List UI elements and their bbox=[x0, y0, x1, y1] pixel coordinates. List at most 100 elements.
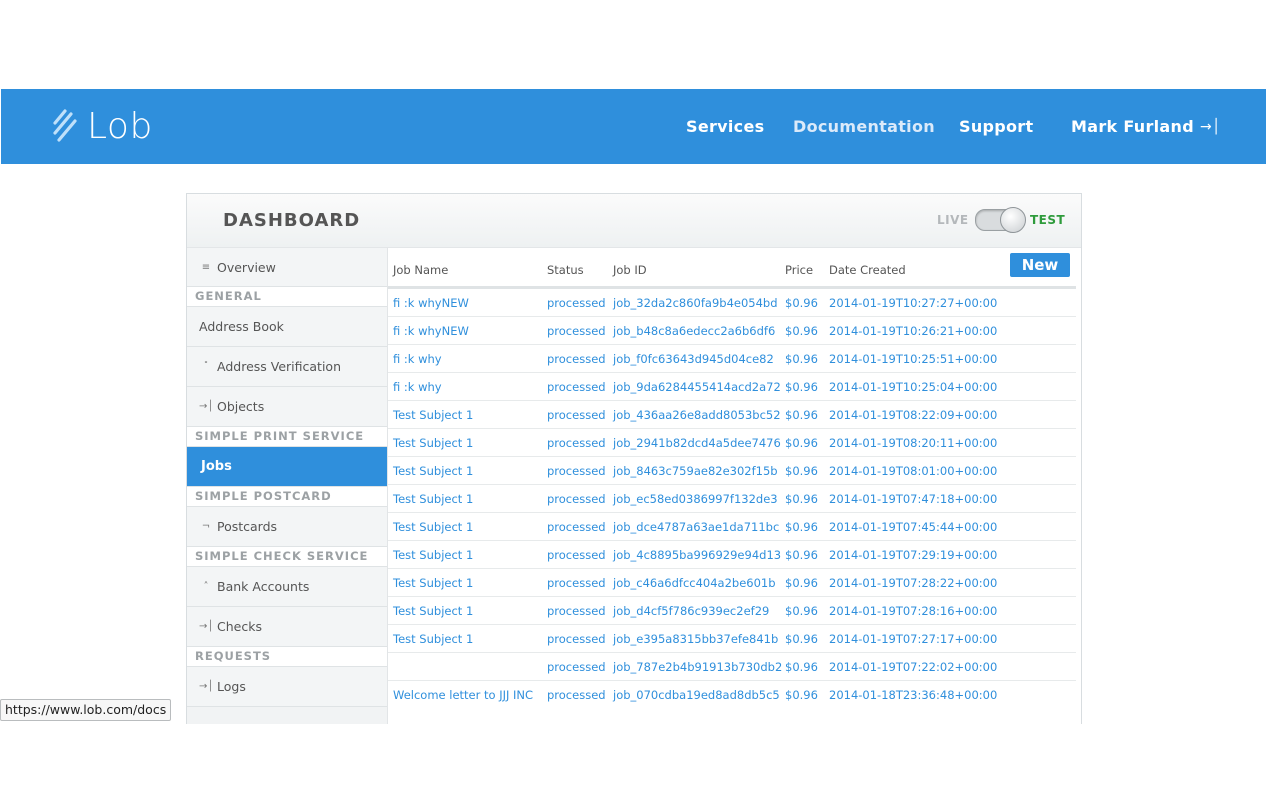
job-date-cell[interactable]: 2014-01-19T10:25:51+00:00 bbox=[829, 352, 997, 366]
job-id-cell[interactable]: job_ec58ed0386997f132de3 bbox=[613, 492, 778, 506]
job-date-cell[interactable]: 2014-01-19T07:29:19+00:00 bbox=[829, 548, 997, 562]
job-name-cell[interactable]: Test Subject 1 bbox=[393, 464, 473, 478]
sidebar-item-bank-accounts[interactable]: ˄ Bank Accounts bbox=[187, 567, 387, 607]
sidebar-item-logs[interactable]: →│ Logs bbox=[187, 667, 387, 707]
job-date-cell[interactable]: 2014-01-19T10:27:27+00:00 bbox=[829, 296, 997, 310]
job-name-cell[interactable]: fi :k whyNEW bbox=[393, 324, 469, 338]
job-id-cell[interactable]: job_4c8895ba996929e94d13 bbox=[613, 548, 781, 562]
job-name-cell[interactable]: Test Subject 1 bbox=[393, 604, 473, 618]
job-id-cell[interactable]: job_9da6284455414acd2a72 bbox=[613, 380, 781, 394]
job-name-cell[interactable]: Test Subject 1 bbox=[393, 492, 473, 506]
nav-documentation[interactable]: Documentation bbox=[793, 89, 935, 164]
job-price-cell[interactable]: $0.96 bbox=[785, 688, 818, 702]
table-row[interactable]: Test Subject 1 processed job_8463c759ae82e… bbox=[388, 457, 1076, 485]
job-price-cell[interactable]: $0.96 bbox=[785, 324, 818, 338]
job-status-cell[interactable]: processed bbox=[547, 632, 606, 646]
job-id-cell[interactable]: job_b48c8a6edecc2a6b6df6 bbox=[613, 324, 775, 338]
job-date-cell[interactable]: 2014-01-19T08:22:09+00:00 bbox=[829, 408, 997, 422]
column-header-name[interactable]: Job Name bbox=[393, 263, 448, 277]
job-id-cell[interactable]: job_d4cf5f786c939ec2ef29 bbox=[613, 604, 769, 618]
nav-support[interactable]: Support bbox=[959, 89, 1033, 164]
new-job-button[interactable]: New bbox=[1010, 253, 1070, 277]
job-status-cell[interactable]: processed bbox=[547, 688, 606, 702]
nav-services[interactable]: Services bbox=[686, 89, 764, 164]
job-price-cell[interactable]: $0.96 bbox=[785, 352, 818, 366]
lob-logo[interactable]: Lob bbox=[51, 105, 153, 147]
logout-icon[interactable]: →│ bbox=[1200, 119, 1221, 135]
job-date-cell[interactable]: 2014-01-19T07:45:44+00:00 bbox=[829, 520, 997, 534]
table-row[interactable]: fi :k whyNEW processed job_b48c8a6edecc2a6… bbox=[388, 317, 1076, 345]
column-header-id[interactable]: Job ID bbox=[613, 263, 647, 277]
job-price-cell[interactable]: $0.96 bbox=[785, 464, 818, 478]
sidebar-item-address-verification[interactable]: ˟ Address Verification bbox=[187, 347, 387, 387]
job-status-cell[interactable]: processed bbox=[547, 576, 606, 590]
job-name-cell[interactable]: Test Subject 1 bbox=[393, 576, 473, 590]
toggle-knob[interactable] bbox=[1000, 207, 1026, 233]
table-row[interactable]: Test Subject 1 processed job_d4cf5f786c939… bbox=[388, 597, 1076, 625]
job-id-cell[interactable]: job_436aa26e8add8053bc52 bbox=[613, 408, 781, 422]
job-status-cell[interactable]: processed bbox=[547, 436, 606, 450]
job-date-cell[interactable]: 2014-01-19T08:20:11+00:00 bbox=[829, 436, 997, 450]
job-id-cell[interactable]: job_f0fc63643d945d04ce82 bbox=[613, 352, 774, 366]
table-row[interactable]: Test Subject 1 processed job_4c8895ba99692… bbox=[388, 541, 1076, 569]
job-date-cell[interactable]: 2014-01-19T07:28:16+00:00 bbox=[829, 604, 997, 618]
job-price-cell[interactable]: $0.96 bbox=[785, 548, 818, 562]
job-price-cell[interactable]: $0.96 bbox=[785, 380, 818, 394]
job-id-cell[interactable]: job_e395a8315bb37efe841b bbox=[613, 632, 778, 646]
table-row[interactable]: processed job_787e2b4b91913b730db2 $0.96 20… bbox=[388, 653, 1076, 681]
job-date-cell[interactable]: 2014-01-18T23:36:48+00:00 bbox=[829, 688, 997, 702]
job-status-cell[interactable]: processed bbox=[547, 548, 606, 562]
sidebar-item-jobs[interactable]: Jobs bbox=[187, 447, 387, 487]
job-name-cell[interactable]: Test Subject 1 bbox=[393, 632, 473, 646]
job-status-cell[interactable]: processed bbox=[547, 520, 606, 534]
table-row[interactable]: fi :k why processed job_f0fc63643d945d04ce… bbox=[388, 345, 1076, 373]
job-price-cell[interactable]: $0.96 bbox=[785, 660, 818, 674]
table-row[interactable]: fi :k whyNEW processed job_32da2c860fa9b4e… bbox=[388, 289, 1076, 317]
job-date-cell[interactable]: 2014-01-19T10:26:21+00:00 bbox=[829, 324, 997, 338]
table-row[interactable]: Test Subject 1 processed job_2941b82dcd4a5… bbox=[388, 429, 1076, 457]
job-name-cell[interactable]: Welcome letter to JJJ INC bbox=[393, 688, 533, 702]
job-status-cell[interactable]: processed bbox=[547, 380, 606, 394]
job-id-cell[interactable]: job_c46a6dfcc404a2be601b bbox=[613, 576, 776, 590]
column-header-date[interactable]: Date Created bbox=[829, 263, 906, 277]
table-row[interactable]: Test Subject 1 processed job_436aa26e8add8… bbox=[388, 401, 1076, 429]
job-name-cell[interactable]: fi :k whyNEW bbox=[393, 296, 469, 310]
table-row[interactable]: Welcome letter to JJJ INC processed job_07… bbox=[388, 681, 1076, 708]
job-price-cell[interactable]: $0.96 bbox=[785, 520, 818, 534]
live-test-toggle[interactable] bbox=[975, 207, 1026, 233]
column-header-price[interactable]: Price bbox=[785, 263, 813, 277]
job-id-cell[interactable]: job_dce4787a63ae1da711bc bbox=[613, 520, 779, 534]
job-name-cell[interactable]: fi :k why bbox=[393, 352, 442, 366]
job-name-cell[interactable]: Test Subject 1 bbox=[393, 436, 473, 450]
job-price-cell[interactable]: $0.96 bbox=[785, 492, 818, 506]
table-row[interactable]: Test Subject 1 processed job_c46a6dfcc404a… bbox=[388, 569, 1076, 597]
mode-live-label[interactable]: LIVE bbox=[937, 213, 969, 227]
table-row[interactable]: Test Subject 1 processed job_ec58ed0386997… bbox=[388, 485, 1076, 513]
job-date-cell[interactable]: 2014-01-19T07:27:17+00:00 bbox=[829, 632, 997, 646]
job-price-cell[interactable]: $0.96 bbox=[785, 408, 818, 422]
job-price-cell[interactable]: $0.96 bbox=[785, 296, 818, 310]
job-date-cell[interactable]: 2014-01-19T08:01:00+00:00 bbox=[829, 464, 997, 478]
job-name-cell[interactable]: Test Subject 1 bbox=[393, 408, 473, 422]
job-date-cell[interactable]: 2014-01-19T07:28:22+00:00 bbox=[829, 576, 997, 590]
table-row[interactable]: fi :k why processed job_9da6284455414acd2a… bbox=[388, 373, 1076, 401]
nav-user-account[interactable]: Mark Furland →│ bbox=[1071, 89, 1221, 164]
job-status-cell[interactable]: processed bbox=[547, 464, 606, 478]
table-row[interactable]: Test Subject 1 processed job_e395a8315bb37… bbox=[388, 625, 1076, 653]
sidebar-item-address-book[interactable]: Address Book bbox=[187, 307, 387, 347]
job-id-cell[interactable]: job_32da2c860fa9b4e054bd bbox=[613, 296, 778, 310]
job-status-cell[interactable]: processed bbox=[547, 324, 606, 338]
job-price-cell[interactable]: $0.96 bbox=[785, 436, 818, 450]
job-price-cell[interactable]: $0.96 bbox=[785, 632, 818, 646]
job-name-cell[interactable]: Test Subject 1 bbox=[393, 548, 473, 562]
job-status-cell[interactable]: processed bbox=[547, 492, 606, 506]
sidebar-item-objects[interactable]: →│ Objects bbox=[187, 387, 387, 427]
mode-test-label[interactable]: TEST bbox=[1030, 213, 1065, 227]
job-name-cell[interactable]: fi :k why bbox=[393, 380, 442, 394]
job-status-cell[interactable]: processed bbox=[547, 660, 606, 674]
job-id-cell[interactable]: job_070cdba19ed8ad8db5c5 bbox=[613, 688, 780, 702]
job-status-cell[interactable]: processed bbox=[547, 296, 606, 310]
job-id-cell[interactable]: job_2941b82dcd4a5dee7476 bbox=[613, 436, 781, 450]
job-price-cell[interactable]: $0.96 bbox=[785, 604, 818, 618]
job-status-cell[interactable]: processed bbox=[547, 408, 606, 422]
